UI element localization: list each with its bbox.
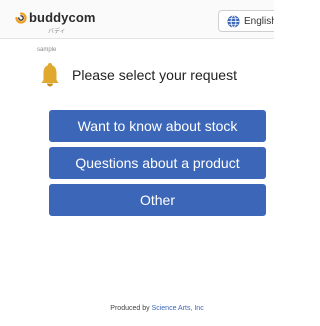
page: buddycom バディ English sample Please selec… xyxy=(0,0,274,326)
logo-subtext: バディ xyxy=(48,29,66,35)
language-label: English xyxy=(244,15,274,27)
header-bar: buddycom バディ English xyxy=(0,0,274,39)
request-prompt: Please select your request xyxy=(72,67,237,83)
option-button-product[interactable]: Questions about a product xyxy=(49,147,266,179)
sample-label: sample xyxy=(37,47,57,53)
logo-text: buddycom xyxy=(29,10,96,25)
prompt-row: Please select your request xyxy=(40,62,237,88)
bell-icon xyxy=(41,63,59,87)
language-selector[interactable]: English xyxy=(218,10,274,32)
footer-produced-by: Produced by xyxy=(110,305,150,312)
footer-company-link[interactable]: Science Arts, Inc xyxy=(152,305,204,312)
buddycom-logo-icon xyxy=(15,11,27,24)
option-button-other[interactable]: Other xyxy=(49,184,266,216)
logo: buddycom xyxy=(15,10,96,25)
globe-icon xyxy=(227,14,240,28)
option-button-stock[interactable]: Want to know about stock xyxy=(49,110,266,142)
footer: Produced by Science Arts, Inc xyxy=(0,305,274,312)
